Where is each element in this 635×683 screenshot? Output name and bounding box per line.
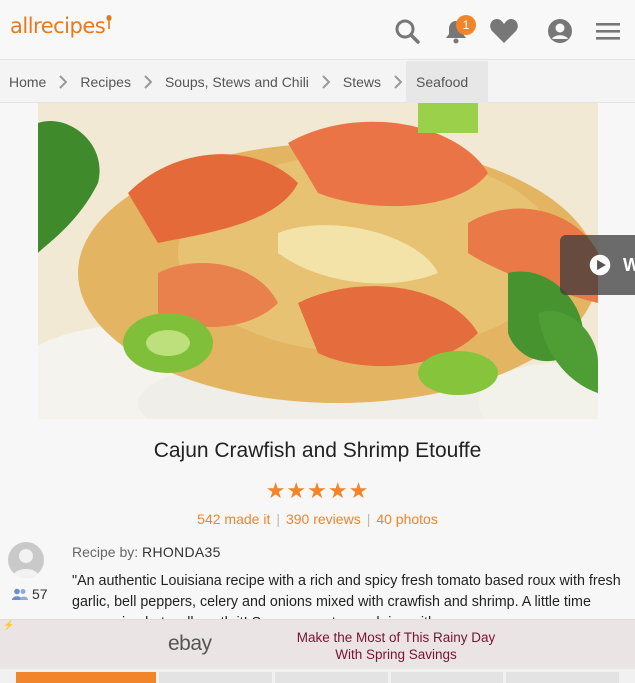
- made-count-value: 57: [32, 586, 48, 602]
- tab-5[interactable]: [506, 672, 619, 683]
- recipe-photo[interactable]: [38, 103, 598, 419]
- made-it-link[interactable]: 542 made it: [197, 511, 270, 527]
- menu-icon[interactable]: [593, 16, 623, 46]
- chevron-right-icon: [318, 61, 334, 103]
- breadcrumb-soups[interactable]: Soups, Stews and Chili: [156, 61, 318, 103]
- photos-link[interactable]: 40 photos: [376, 511, 438, 527]
- ad-line-1: Make the Most of This Rainy Day: [296, 630, 496, 645]
- divider: |: [366, 511, 371, 527]
- ad-banner[interactable]: ⚡ ebay Make the Most of This Rainy Day W…: [0, 619, 635, 669]
- reviews-link[interactable]: 390 reviews: [286, 511, 361, 527]
- tab-4[interactable]: [391, 672, 503, 683]
- search-icon[interactable]: [392, 16, 422, 46]
- profile-icon[interactable]: [545, 16, 575, 46]
- ad-line-2: With Spring Savings: [335, 647, 457, 662]
- breadcrumb-seafood[interactable]: Seafood: [406, 60, 489, 103]
- tab-3[interactable]: [275, 672, 388, 683]
- notification-badge: 1: [456, 15, 476, 35]
- ad-brand-logo: ebay: [168, 632, 212, 655]
- people-icon: [12, 588, 28, 600]
- breadcrumb-home[interactable]: Home: [0, 61, 55, 103]
- video-label: W: [623, 254, 635, 275]
- recipe-title: Cajun Crawfish and Shrimp Etouffe: [153, 439, 482, 462]
- play-icon: [589, 254, 611, 276]
- tab-2[interactable]: [159, 672, 272, 683]
- breadcrumb: Home Recipes Soups, Stews and Chili Stew…: [0, 60, 635, 103]
- chevron-right-icon: [140, 61, 156, 103]
- tab-1[interactable]: [16, 672, 156, 683]
- spoon-icon: [106, 15, 112, 29]
- ad-text: Make the Most of This Rainy Day With Spr…: [256, 629, 536, 663]
- heart-icon[interactable]: [489, 16, 519, 46]
- recipe-description: "An authentic Louisiana recipe with a ri…: [72, 573, 621, 621]
- bottom-tab-bar: [0, 669, 635, 683]
- author-avatar[interactable]: [8, 542, 44, 578]
- chevron-right-icon: [390, 61, 406, 103]
- rating-stars[interactable]: ★★★★★: [0, 478, 635, 504]
- author-name[interactable]: RHONDA35: [142, 544, 221, 560]
- breadcrumb-stews[interactable]: Stews: [334, 61, 390, 103]
- recipe-stats: 542 made it | 390 reviews | 40 photos: [0, 511, 635, 527]
- author-made-count: 57: [12, 586, 48, 602]
- chevron-right-icon: [55, 61, 71, 103]
- recipe-page: allrecipes 1 Home Recipes Soups, Stews a…: [0, 0, 635, 683]
- breadcrumb-recipes[interactable]: Recipes: [71, 61, 140, 103]
- logo-text: allrecipes: [10, 14, 106, 38]
- ad-choices-icon[interactable]: ⚡: [3, 620, 14, 630]
- site-header: allrecipes 1: [0, 0, 635, 60]
- recipe-byline: Recipe by: RHONDA35: [72, 544, 221, 560]
- divider: |: [276, 511, 280, 527]
- recipe-by-label: Recipe by:: [72, 544, 139, 560]
- video-button[interactable]: W: [560, 235, 635, 295]
- logo[interactable]: allrecipes: [10, 14, 112, 38]
